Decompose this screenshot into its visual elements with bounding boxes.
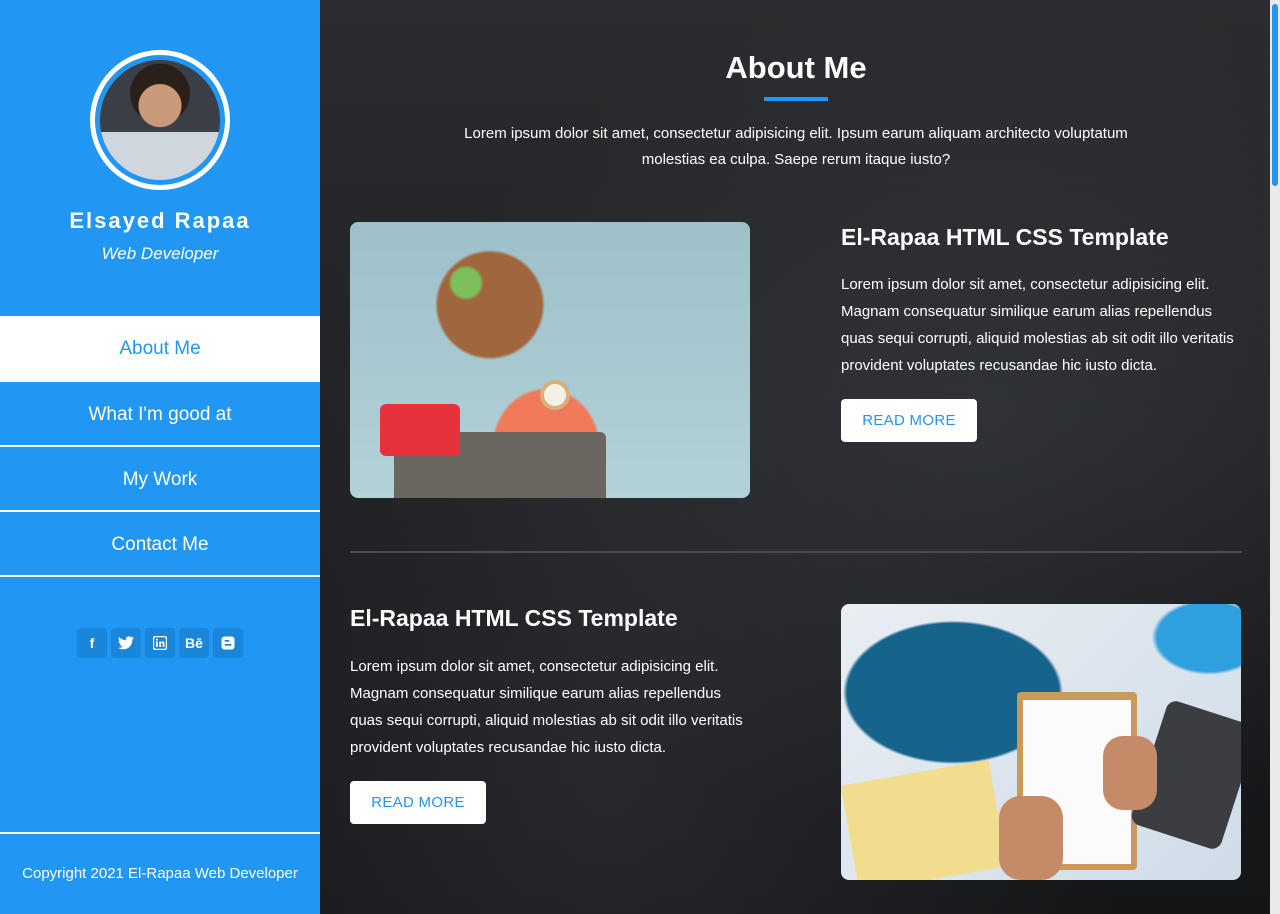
twitter-icon[interactable] — [111, 628, 141, 658]
profile-name: Elsayed Rapaa — [69, 208, 251, 233]
social-links: f Bē — [0, 628, 320, 658]
nav-item-my-work[interactable]: My Work — [0, 447, 320, 512]
scrollbar-thumb[interactable] — [1272, 4, 1278, 186]
handbag-shape — [380, 404, 460, 456]
resting-hand-shape — [999, 796, 1063, 880]
behance-icon[interactable]: Bē — [179, 628, 209, 658]
sidebar: Elsayed Rapaa Web Developer About Me Wha… — [0, 0, 320, 914]
main-nav: About Me What I'm good at My Work Contac… — [0, 316, 320, 577]
nav-item-about-me[interactable]: About Me — [0, 316, 320, 382]
facebook-icon[interactable]: f — [77, 628, 107, 658]
avatar — [100, 60, 220, 180]
blogger-icon[interactable] — [213, 628, 243, 658]
profile-role: Web Developer — [101, 244, 219, 263]
nav-item-contact-me[interactable]: Contact Me — [0, 512, 320, 577]
copyright: Copyright 2021 El-Rapaa Web Developer — [0, 832, 320, 914]
section-title: About Me — [725, 50, 867, 85]
scrollbar[interactable] — [1270, 0, 1280, 914]
read-more-button[interactable]: READ MORE — [841, 399, 977, 442]
card-title: El-Rapaa HTML CSS Template — [350, 605, 678, 631]
notebook-shape — [841, 759, 1008, 880]
card-image-coffee-table — [350, 222, 750, 498]
read-more-button[interactable]: READ MORE — [350, 781, 486, 824]
divider — [350, 551, 1242, 553]
drawing-hand-shape — [1103, 736, 1157, 810]
section-intro: Lorem ipsum dolor sit amet, consectetur … — [464, 125, 1128, 168]
card-title: El-Rapaa HTML CSS Template — [841, 224, 1169, 250]
nav-item-good-at[interactable]: What I'm good at — [0, 382, 320, 447]
card-text: Lorem ipsum dolor sit amet, consectetur … — [350, 658, 743, 756]
coffee-cup-shape — [540, 380, 570, 410]
linkedin-icon[interactable] — [145, 628, 175, 658]
card-text: Lorem ipsum dolor sit amet, consectetur … — [841, 276, 1234, 374]
avatar-frame — [90, 50, 230, 190]
title-underline — [764, 97, 828, 101]
main-content: About Me Lorem ipsum dolor sit amet, con… — [320, 0, 1280, 914]
card-image-workspace — [841, 604, 1241, 880]
